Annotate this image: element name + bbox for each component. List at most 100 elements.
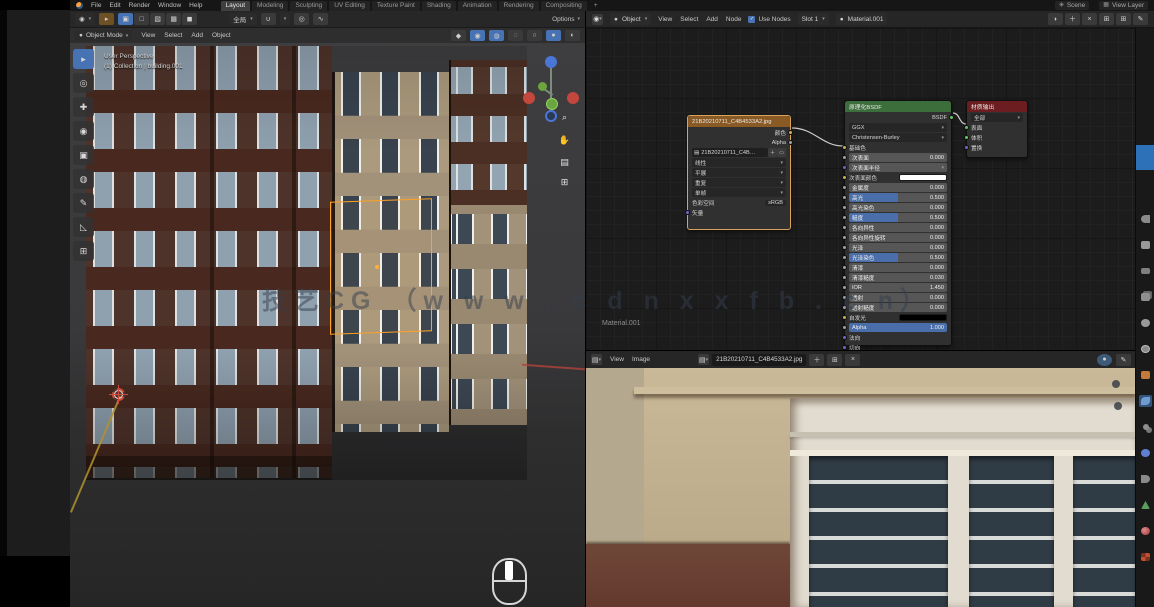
- interpolation-dropdown[interactable]: 线性▾: [692, 158, 786, 167]
- extension-dropdown[interactable]: 重复▾: [692, 178, 786, 187]
- image-menu-view[interactable]: View: [610, 356, 624, 363]
- tool-select-box[interactable]: ▸: [73, 49, 94, 69]
- menu-window[interactable]: Window: [158, 2, 181, 9]
- gizmo-x-plus[interactable]: [567, 92, 579, 104]
- ortho-grid-icon[interactable]: ⊞: [557, 175, 572, 190]
- tool-rotate[interactable]: ◉: [73, 121, 94, 141]
- gizmo-y-minus[interactable]: [546, 98, 558, 110]
- volume-input-socket[interactable]: [964, 135, 969, 140]
- shading-solid-button[interactable]: ○: [527, 30, 542, 41]
- tab-modifiers[interactable]: [1139, 395, 1152, 407]
- proportional-edit-button[interactable]: ◎: [294, 13, 309, 25]
- bsdf-row-sheen[interactable]: 光泽0.000: [849, 243, 947, 252]
- use-nodes-toggle[interactable]: ✓ Use Nodes: [748, 16, 790, 23]
- vector-input-socket[interactable]: [685, 210, 690, 215]
- tab-tool[interactable]: [1139, 213, 1152, 225]
- tool-move[interactable]: ✚: [73, 97, 94, 117]
- tab-world[interactable]: [1139, 343, 1152, 355]
- image-pack-button[interactable]: ⊞: [827, 354, 842, 366]
- editor-type-button[interactable]: ◉▾: [75, 13, 95, 25]
- source-dropdown[interactable]: 单帧▾: [692, 188, 786, 197]
- image-unlink-button[interactable]: ×: [845, 354, 860, 366]
- gizmo-z-minus[interactable]: [545, 110, 557, 122]
- image-filename-field[interactable]: 21B20210711_C4B4533A2.jpg: [712, 354, 806, 366]
- color-output-socket[interactable]: [788, 130, 793, 135]
- bsdf-row-base-color[interactable]: 基础色: [849, 143, 947, 152]
- browse-image-icon[interactable]: ▤▾: [698, 354, 709, 365]
- bsdf-node-header[interactable]: 原理化BSDF: [845, 101, 951, 112]
- tab-material[interactable]: [1139, 525, 1152, 537]
- mode-button-1[interactable]: ▣: [118, 13, 133, 25]
- view-layer-selector[interactable]: ▦View Layer: [1099, 1, 1148, 10]
- gizmo-toggle-button[interactable]: ◆: [451, 30, 466, 41]
- shader-menu-select[interactable]: Select: [680, 16, 698, 23]
- scene-selector[interactable]: ◈Scene: [1055, 1, 1089, 10]
- image-pin-icon[interactable]: ✎: [1116, 354, 1131, 366]
- shading-material-button[interactable]: ●: [546, 30, 561, 41]
- mode-dropdown[interactable]: ●Object Mode▾: [75, 30, 132, 41]
- image-preview-sphere-icon[interactable]: ●: [1097, 354, 1112, 366]
- shading-rendered-button[interactable]: ◐: [565, 30, 580, 41]
- falloff-button[interactable]: ∿: [313, 13, 328, 25]
- grid-view-button-2[interactable]: ⊞: [1116, 13, 1131, 25]
- gizmo-y-plus[interactable]: [538, 82, 547, 91]
- tab-object-data[interactable]: [1139, 499, 1152, 511]
- image-editor-type-icon[interactable]: ▤▾: [591, 354, 602, 365]
- tab-view-layer[interactable]: [1139, 291, 1152, 303]
- tab-texture[interactable]: [1139, 551, 1152, 563]
- bsdf-row-subsurface-color[interactable]: 次表面颜色: [849, 173, 947, 182]
- tab-texture-paint[interactable]: Texture Paint: [372, 1, 420, 11]
- options-dropdown[interactable]: Options▾: [552, 16, 580, 23]
- fake-user-button[interactable]: ◗: [1048, 13, 1063, 25]
- tab-scene[interactable]: [1139, 317, 1152, 329]
- menu-help[interactable]: Help: [189, 2, 202, 9]
- add-workspace-button[interactable]: +: [589, 1, 603, 11]
- shader-editor-type-icon[interactable]: ◉▾: [592, 14, 603, 25]
- image-name-field[interactable]: ▤21B20210711_C4B…: [692, 148, 768, 157]
- tool-transform[interactable]: ◍: [73, 169, 94, 189]
- blender-logo-icon[interactable]: [76, 2, 83, 9]
- bsdf-row-metallic[interactable]: 金属度0.000: [849, 183, 947, 192]
- material-output-node[interactable]: 材质输出 全部▾ 表面 体积 置换: [966, 100, 1028, 158]
- bsdf-output-socket[interactable]: [949, 115, 954, 120]
- projection-dropdown[interactable]: 平展▾: [692, 168, 786, 177]
- subsurface-color-swatch[interactable]: [899, 174, 947, 181]
- bsdf-row-anisotropic-rotation[interactable]: 各向异性旋转0.000: [849, 233, 947, 242]
- bsdf-row-subsurface-radius[interactable]: 次表面半径▾: [849, 163, 947, 172]
- surface-input-socket[interactable]: [964, 125, 969, 130]
- 3d-viewport[interactable]: ●Object Mode▾ View Select Add Object ◆ ◉…: [70, 28, 585, 607]
- material-selector[interactable]: ●Material.001: [836, 13, 888, 25]
- bsdf-row-anisotropic[interactable]: 各向异性0.000: [849, 223, 947, 232]
- shader-menu-view[interactable]: View: [658, 16, 672, 23]
- material-output-header[interactable]: 材质输出: [967, 101, 1027, 112]
- xray-toggle-button[interactable]: ◍: [489, 30, 504, 41]
- tool-add-cube[interactable]: ⊞: [73, 241, 94, 261]
- tab-sculpting[interactable]: Sculpting: [290, 1, 327, 11]
- mode-button-2[interactable]: □: [134, 13, 149, 25]
- image-editor[interactable]: ▤▾ View Image ▤▾ 21B20210711_C4B4533A2.j…: [585, 350, 1135, 607]
- tab-layout[interactable]: Layout: [221, 1, 251, 11]
- tab-constraints[interactable]: [1139, 473, 1152, 485]
- orientation-dropdown[interactable]: 全局▾: [229, 13, 257, 25]
- tab-animation[interactable]: Animation: [458, 1, 497, 11]
- snap-magnet-button[interactable]: ∪: [261, 13, 276, 25]
- distribution-dropdown[interactable]: GGX▾: [849, 123, 947, 132]
- shader-type-dropdown[interactable]: ●Object▾: [610, 13, 651, 25]
- bsdf-row-clearcoat[interactable]: 清漆0.000: [849, 263, 947, 272]
- shading-wireframe-button[interactable]: ◌: [508, 30, 523, 41]
- tab-compositing[interactable]: Compositing: [541, 1, 587, 11]
- pin-button[interactable]: ✎: [1133, 13, 1148, 25]
- image-texture-node[interactable]: 21B20210711_C4B4533A2.jpg 颜色 Alpha ▤21B2…: [687, 115, 791, 230]
- gizmo-z-plus[interactable]: [545, 56, 557, 68]
- tab-rendering[interactable]: Rendering: [499, 1, 539, 11]
- unlink-material-button[interactable]: ×: [1082, 13, 1097, 25]
- camera-view-icon[interactable]: ▤: [557, 155, 572, 170]
- mode-button-5[interactable]: ◼: [182, 13, 197, 25]
- overlays-toggle-button[interactable]: ◉: [470, 30, 485, 41]
- tab-physics[interactable]: [1139, 447, 1152, 459]
- viewport-menu-object[interactable]: Object: [212, 32, 231, 39]
- image-texture-node-header[interactable]: 21B20210711_C4B4533A2.jpg: [688, 116, 790, 127]
- zoom-icon[interactable]: ⌕: [557, 110, 572, 125]
- output-target-dropdown[interactable]: 全部▾: [971, 113, 1023, 122]
- subsurface-method-dropdown[interactable]: Christensen-Burley▾: [849, 133, 947, 142]
